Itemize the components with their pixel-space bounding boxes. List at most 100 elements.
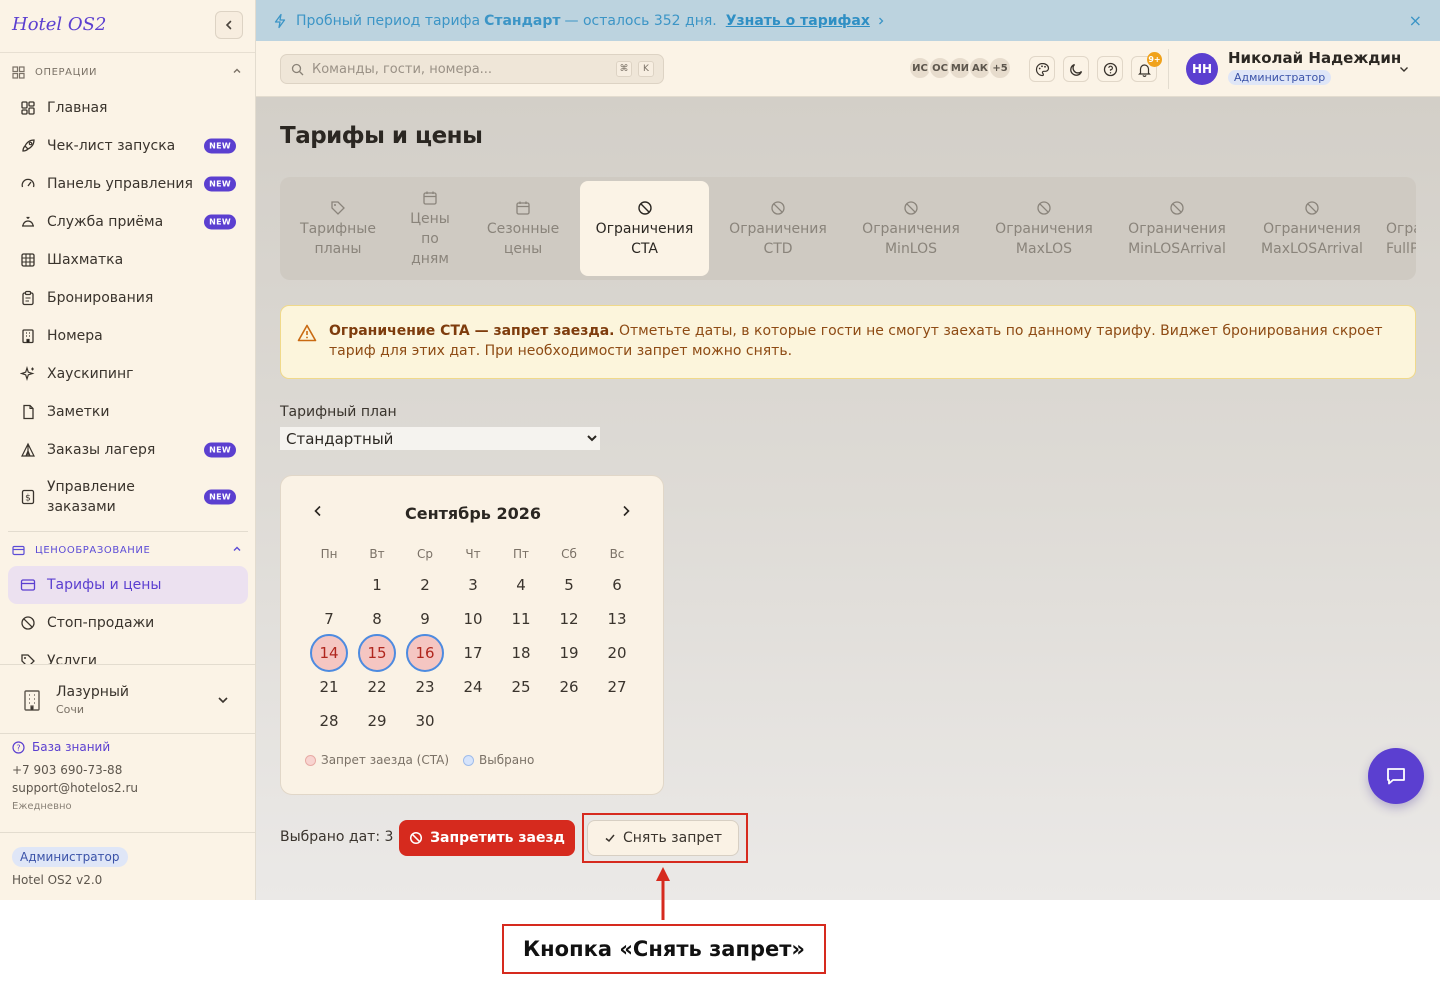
legend-cta: Запрет заезда (CTA) xyxy=(321,753,450,767)
help-circle-icon: ? xyxy=(12,740,25,754)
chat-icon xyxy=(1387,768,1405,785)
calendar-day[interactable]: 28 xyxy=(310,702,348,740)
sidebar-item-rooms[interactable]: Номера xyxy=(8,317,248,355)
calendar-day[interactable]: 26 xyxy=(550,668,588,706)
bell-service-icon xyxy=(19,213,37,231)
sidebar-item-stop-sales[interactable]: Стоп-продажи xyxy=(8,604,248,642)
calendar-day[interactable]: 3 xyxy=(454,566,492,604)
calendar-day[interactable]: 20 xyxy=(598,634,636,672)
annotation-arrow xyxy=(656,867,670,920)
tab-minlosarrival-restrictions[interactable]: Ограничения MinLOSArrival xyxy=(1112,181,1242,276)
tab-fullpay-restrictions[interactable]: Ограничения FullPa xyxy=(1386,181,1416,276)
help-button[interactable] xyxy=(1097,56,1123,82)
user-avatar[interactable]: НН xyxy=(1186,53,1218,85)
sidebar-item-label: Бронирования xyxy=(47,290,154,306)
tab-seasonal-prices[interactable]: Сезонные цены xyxy=(472,181,574,276)
sidebar-item-control-panel[interactable]: Панель управления NEW xyxy=(8,165,248,203)
building-icon xyxy=(19,327,37,345)
support-phone[interactable]: +7 903 690-73-88 xyxy=(12,763,138,777)
tab-rate-plans[interactable]: Тарифные планы xyxy=(284,181,392,276)
tab-minlos-restrictions[interactable]: Ограничения MinLOS xyxy=(846,181,976,276)
forbid-check-in-button[interactable]: Запретить заезд xyxy=(399,820,575,856)
support-block: ? База знаний +7 903 690-73-88 support@h… xyxy=(12,740,138,812)
chevron-left-icon xyxy=(225,20,232,30)
collapse-sidebar-button[interactable] xyxy=(215,11,243,39)
calendar-day[interactable]: 23 xyxy=(406,668,444,706)
calendar-day[interactable]: 13 xyxy=(598,600,636,638)
calendar-day[interactable]: 24 xyxy=(454,668,492,706)
sidebar-header: Hotel OS2 xyxy=(0,0,255,53)
rate-tabs: Тарифные планы Цены по дням Сезонные цен… xyxy=(280,177,1416,280)
credit-card-icon xyxy=(12,543,26,557)
calendar-day[interactable]: 5 xyxy=(550,566,588,604)
section-operations[interactable]: ОПЕРАЦИИ xyxy=(0,62,256,82)
tab-daily-prices[interactable]: Цены по дням xyxy=(394,181,466,276)
sidebar-item-services[interactable]: Услуги xyxy=(8,642,248,664)
calendar-day-selected[interactable]: 14 xyxy=(310,634,348,672)
user-name[interactable]: Николай Надеждин xyxy=(1228,49,1401,67)
rocket-icon xyxy=(19,137,37,155)
sidebar-item-home[interactable]: Главная xyxy=(8,89,248,127)
sidebar-item-order-management[interactable]: $ Управление заказами NEW xyxy=(8,469,248,525)
calendar-day[interactable]: 10 xyxy=(454,600,492,638)
chat-button[interactable] xyxy=(1368,748,1424,804)
online-users[interactable]: ИС ОС МИ АК +5 xyxy=(908,56,1012,80)
new-badge: NEW xyxy=(204,214,236,230)
tab-cta-restrictions[interactable]: Ограничения CTA xyxy=(580,181,709,276)
calendar-day[interactable]: 27 xyxy=(598,668,636,706)
chevron-right-icon[interactable] xyxy=(619,504,633,518)
calendar-day[interactable]: 18 xyxy=(502,634,540,672)
theme-palette-button[interactable] xyxy=(1029,56,1055,82)
tab-maxlosarrival-restrictions[interactable]: Ограничения MaxLOSArrival xyxy=(1246,181,1378,276)
dollar-icon: $ xyxy=(19,488,37,506)
calendar-day[interactable]: 30 xyxy=(406,702,444,740)
calendar-day[interactable]: 8 xyxy=(358,600,396,638)
sidebar-item-housekeeping[interactable]: Хаускипинг xyxy=(8,355,248,393)
section-label: ЦЕНООБРАЗОВАНИЕ xyxy=(35,544,151,556)
dark-mode-button[interactable] xyxy=(1063,56,1089,82)
sidebar-item-front-desk[interactable]: Служба приёма NEW xyxy=(8,203,248,241)
sidebar-item-camp-orders[interactable]: Заказы лагеря NEW xyxy=(8,431,248,469)
sidebar-item-bookings[interactable]: Бронирования xyxy=(8,279,248,317)
calendar-day[interactable]: 29 xyxy=(358,702,396,740)
sidebar-item-rates-and-prices[interactable]: Тарифы и цены xyxy=(8,566,248,604)
clipboard-icon xyxy=(19,289,37,307)
sidebar-item-notes[interactable]: Заметки xyxy=(8,393,248,431)
gauge-icon xyxy=(19,175,37,193)
calendar-day-selected[interactable]: 15 xyxy=(358,634,396,672)
calendar-day[interactable]: 1 xyxy=(358,566,396,604)
chevron-right-icon xyxy=(878,17,884,24)
section-pricing[interactable]: ЦЕНООБРАЗОВАНИЕ xyxy=(0,540,256,560)
calendar-day-selected[interactable]: 16 xyxy=(406,634,444,672)
calendar-day[interactable]: 7 xyxy=(310,600,348,638)
calendar-day[interactable]: 9 xyxy=(406,600,444,638)
calendar-day[interactable]: 22 xyxy=(358,668,396,706)
calendar-day[interactable]: 25 xyxy=(502,668,540,706)
command-search-input[interactable]: Команды, гости, номера... ⌘ K xyxy=(280,54,664,84)
support-email[interactable]: support@hotelos2.ru xyxy=(12,781,138,795)
svg-text:?: ? xyxy=(16,743,20,752)
calendar-day[interactable]: 2 xyxy=(406,566,444,604)
calendar-day[interactable]: 17 xyxy=(454,634,492,672)
calendar-day[interactable]: 11 xyxy=(502,600,540,638)
dashboard-icon xyxy=(19,99,37,117)
calendar-day[interactable]: 12 xyxy=(550,600,588,638)
divider xyxy=(1168,49,1169,89)
tab-ctd-restrictions[interactable]: Ограничения CTD xyxy=(713,181,843,276)
knowledge-base-link[interactable]: ? База знаний xyxy=(12,740,138,754)
close-banner-button[interactable]: × xyxy=(1409,11,1422,30)
sidebar-item-label: Чек-лист запуска xyxy=(47,138,176,154)
calendar-day[interactable]: 19 xyxy=(550,634,588,672)
sidebar-item-chessboard[interactable]: Шахматка xyxy=(8,241,248,279)
rate-plan-select[interactable]: Стандартный xyxy=(280,427,600,450)
hotel-switcher[interactable]: Лазурный Сочи xyxy=(0,664,256,734)
calendar-day[interactable]: 4 xyxy=(502,566,540,604)
notifications-button[interactable]: 9+ xyxy=(1131,52,1162,82)
tab-maxlos-restrictions[interactable]: Ограничения MaxLOS xyxy=(979,181,1109,276)
calendar-day[interactable]: 6 xyxy=(598,566,636,604)
calendar-legend: Запрет заезда (CTA) Выбрано xyxy=(305,753,534,767)
pricing-link[interactable]: Узнать о тарифах xyxy=(726,13,870,29)
chevron-down-icon[interactable] xyxy=(1398,63,1410,75)
calendar-day[interactable]: 21 xyxy=(310,668,348,706)
sidebar-item-launch-checklist[interactable]: Чек-лист запуска NEW xyxy=(8,127,248,165)
